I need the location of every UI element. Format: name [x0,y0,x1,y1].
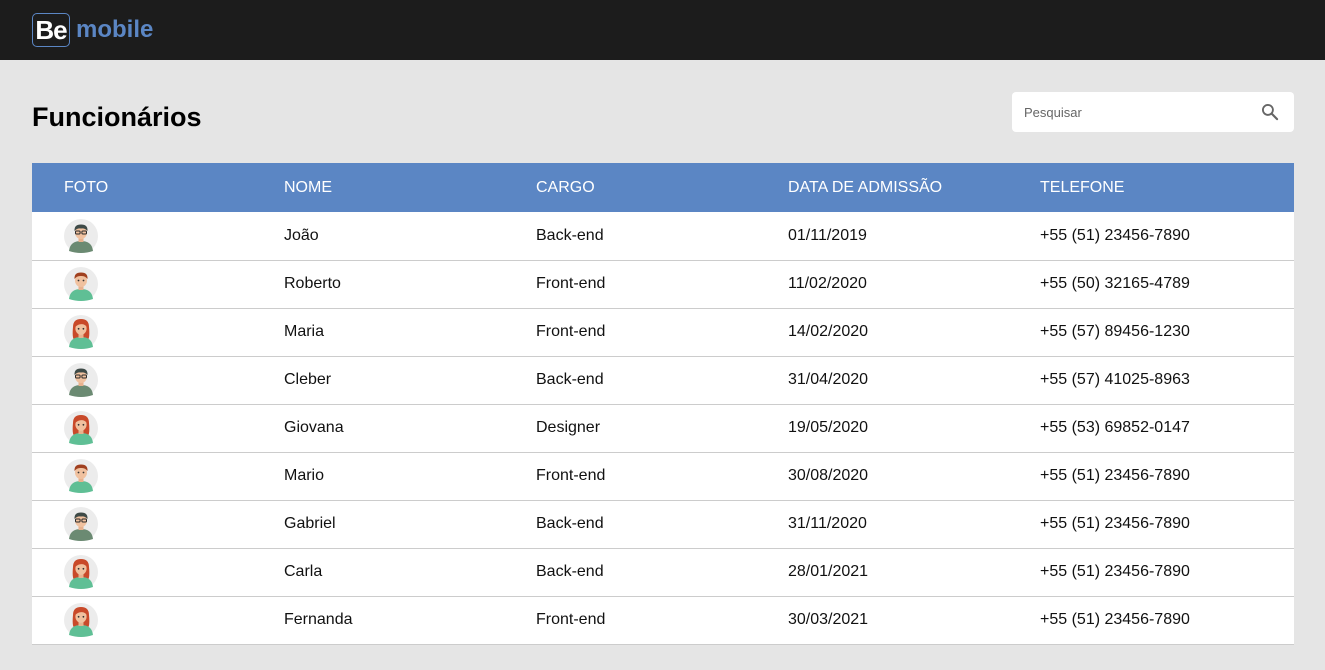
search-box [1012,92,1294,132]
avatar-icon [64,363,284,397]
search-icon[interactable] [1260,102,1280,122]
employee-name: Fernanda [284,611,353,628]
employee-phone: +55 (51) 23456-7890 [1040,515,1190,532]
table-row[interactable]: Roberto Front-end 11/02/2020 +55 (50) 32165… [32,260,1294,308]
employee-photo-cell [32,500,284,548]
employee-name: João [284,226,319,244]
employee-photo-cell [32,404,284,452]
employee-admission-date: 14/02/2020 [788,323,869,340]
employee-name: Carla [284,563,323,580]
employee-admission-date: 31/04/2020 [788,371,869,388]
brand-logo[interactable]: Be mobile [32,12,153,48]
table-row[interactable]: Cleber Back-end 31/04/2020 +55 (57) 41025-8… [32,356,1294,404]
avatar-icon [64,267,284,301]
table-row[interactable]: Fernanda Front-end 30/03/2021 +55 (51) 2345… [32,596,1294,644]
employee-phone: +55 (51) 23456-7890 [1040,563,1190,580]
employee-phone: +55 (51) 23456-7890 [1040,611,1190,628]
employee-name: Gabriel [284,515,336,532]
employee-phone: +55 (51) 23456-7890 [1040,467,1190,484]
employee-photo-cell [32,308,284,356]
table-row[interactable]: Gabriel Back-end 31/11/2020 +55 (51) 23456-… [32,500,1294,548]
employee-role: Front-end [536,611,606,628]
logo-text: mobile [76,16,154,43]
employee-role: Back-end [536,371,604,388]
employee-admission-date: 19/05/2020 [788,419,869,436]
page-title: Funcionários [32,102,202,132]
employee-admission-date: 31/11/2020 [788,515,867,532]
table-row[interactable]: Mario Front-end 30/08/2020 +55 (51) 23456-7… [32,452,1294,500]
avatar-icon [64,555,284,589]
avatar-icon [64,218,284,253]
table-row[interactable]: Maria Front-end 14/02/2020 +55 (57) 89456-1… [32,308,1294,356]
employee-admission-date: 01/11/2019 [788,226,867,244]
employee-admission-date: 30/08/2020 [788,467,869,484]
avatar-icon [64,315,284,349]
employee-photo-cell [32,452,284,500]
employee-role: Back-end [536,515,604,532]
table-header-row: FOTO NOME CARGO DATA DE ADMISSÃO TELEFON… [32,163,1294,212]
search-input[interactable] [1024,92,1244,132]
header-photo: FOTO [64,178,109,196]
employee-photo-cell [32,260,284,308]
employee-name: Roberto [284,275,341,292]
employee-phone: +55 (51) 23456-7890 [1040,226,1190,244]
header-admission: DATA DE ADMISSÃO [788,178,943,196]
employees-table: FOTO NOME CARGO DATA DE ADMISSÃO TELEFON… [32,163,1294,645]
employee-name: Mario [284,467,325,484]
avatar-icon [64,459,284,493]
employee-photo-cell [32,356,284,404]
employee-photo-cell [32,212,284,260]
table-row[interactable]: Carla Back-end 28/01/2021 +55 (51) 23456-78… [32,548,1294,596]
employee-name: Maria [284,323,325,340]
employee-role: Front-end [536,275,606,292]
table-row[interactable]: Giovana Designer 19/05/2020 +55 (53) 69852-… [32,404,1294,452]
employee-admission-date: 11/02/2020 [788,275,867,292]
employee-name: Giovana [284,419,344,436]
employee-phone: +55 (57) 41025-8963 [1040,371,1190,388]
table-row[interactable]: João Back-end 01/11/2019 +55 (51) 23456-789… [32,212,1294,260]
employee-admission-date: 28/01/2021 [788,563,869,580]
logo-mark: Be [32,13,70,47]
employee-name: Cleber [284,371,332,388]
employee-phone: +55 (53) 69852-0147 [1040,419,1190,436]
employee-phone: +55 (57) 89456-1230 [1040,323,1190,340]
employee-role: Front-end [536,323,606,340]
employee-role: Back-end [536,226,604,244]
header-role: CARGO [536,178,595,196]
avatar-icon [64,603,284,637]
employee-role: Back-end [536,563,604,580]
top-navbar: Be mobile [0,0,1325,60]
employee-photo-cell [32,548,284,596]
header-phone: TELEFONE [1040,178,1125,196]
avatar-icon [64,507,284,541]
employee-role: Front-end [536,467,606,484]
avatar-icon [64,411,284,445]
employee-admission-date: 30/03/2021 [788,611,869,628]
employee-photo-cell [32,596,284,644]
employee-phone: +55 (50) 32165-4789 [1040,275,1190,292]
header-name: NOME [284,178,332,196]
employee-role: Designer [536,419,601,436]
